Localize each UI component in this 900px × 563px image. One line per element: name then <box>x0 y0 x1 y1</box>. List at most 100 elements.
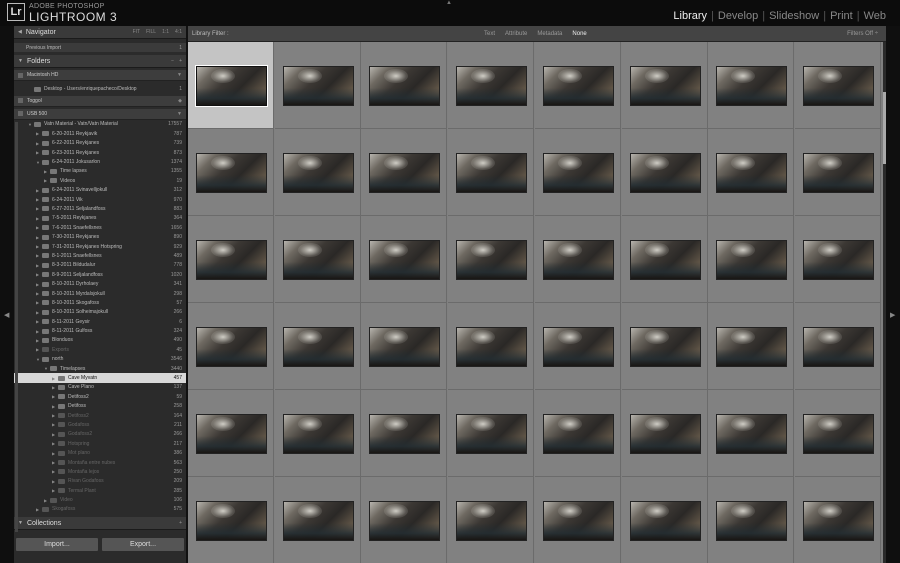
grid-cell[interactable] <box>621 390 708 477</box>
grid-cell[interactable] <box>361 216 448 303</box>
grid-cell[interactable] <box>621 216 708 303</box>
photo-thumbnail[interactable] <box>456 414 528 454</box>
grid-cell[interactable] <box>188 216 274 303</box>
grid-cell[interactable] <box>274 303 361 390</box>
photo-thumbnail[interactable] <box>196 240 267 280</box>
folder-row[interactable]: ▶ 8-11-2011 Gulfoss 324 <box>14 326 186 335</box>
grid-cell[interactable] <box>794 303 881 390</box>
folder-row[interactable]: ▶ Termal Plant 285 <box>14 486 186 495</box>
folder-row[interactable]: ▼ north 3546 <box>14 355 186 364</box>
folder-row[interactable]: ▶ 7-6-2011 Snaefellsnes 1656 <box>14 223 186 232</box>
photo-thumbnail[interactable] <box>629 153 701 193</box>
zoom-4-1[interactable]: 4:1 <box>175 29 182 35</box>
photo-thumbnail[interactable] <box>802 327 874 367</box>
grid-cell[interactable] <box>534 129 621 216</box>
folder-row[interactable]: ▶ Video 106 <box>14 495 186 504</box>
photo-thumbnail[interactable] <box>369 327 441 367</box>
filters-off-toggle[interactable]: Filters Off ÷ <box>847 31 878 37</box>
grid-cell[interactable] <box>794 129 881 216</box>
grid-cell[interactable] <box>274 129 361 216</box>
remove-folder-icon[interactable]: − <box>171 58 174 64</box>
folder-row[interactable]: ▶ Rivan Godafoss 209 <box>14 477 186 486</box>
folder-row[interactable]: ▶ 7-31-2011 Reykjanes Hotspring 929 <box>14 242 186 251</box>
grid-cell[interactable] <box>448 477 535 563</box>
folder-row[interactable]: ▶ Skogafoss 575 <box>14 505 186 514</box>
photo-thumbnail[interactable] <box>282 414 354 454</box>
photo-thumbnail[interactable] <box>196 501 267 541</box>
grid-cell[interactable] <box>274 390 361 477</box>
module-print[interactable]: Print <box>826 10 857 22</box>
grid-cell[interactable] <box>621 42 708 129</box>
photo-thumbnail[interactable] <box>716 327 788 367</box>
folder-row[interactable]: ▶ 6-27-2011 Seljalandfoss 883 <box>14 204 186 213</box>
folder-row[interactable]: ▶ Time lapses 1355 <box>14 167 186 176</box>
grid-cell[interactable] <box>534 477 621 563</box>
folder-row[interactable]: ▶ Montaña entre nubes 563 <box>14 458 186 467</box>
photo-thumbnail[interactable] <box>716 240 788 280</box>
photo-thumbnail[interactable] <box>629 66 701 106</box>
folder-row[interactable]: ▶ 8-3-2011 Bildudalur 778 <box>14 261 186 270</box>
photo-thumbnail[interactable] <box>542 414 614 454</box>
photo-thumbnail[interactable] <box>716 414 788 454</box>
folder-row[interactable]: ▶ Exports 45 <box>14 345 186 354</box>
folder-row[interactable]: ▼ Vatn Material - Vatn/Vatn Material 17557 <box>14 120 186 129</box>
grid-cell[interactable] <box>188 303 274 390</box>
volume-usb-500[interactable]: USB 500 ▼ <box>14 108 186 120</box>
photo-thumbnail[interactable] <box>716 153 788 193</box>
grid-cell[interactable] <box>794 216 881 303</box>
grid-cell[interactable] <box>361 390 448 477</box>
folder-row[interactable]: ▶ Detifoss2 164 <box>14 411 186 420</box>
folder-row[interactable]: ▼ 6-24-2011 Jokusarlon 1374 <box>14 157 186 166</box>
photo-thumbnail[interactable] <box>456 66 528 106</box>
photo-thumbnail[interactable] <box>369 240 441 280</box>
photo-thumbnail[interactable] <box>542 501 614 541</box>
photo-thumbnail[interactable] <box>802 240 874 280</box>
photo-thumbnail[interactable] <box>542 153 614 193</box>
zoom-1-1[interactable]: 1:1 <box>162 29 169 35</box>
grid-cell[interactable] <box>448 129 535 216</box>
photo-thumbnail[interactable] <box>629 327 701 367</box>
grid-cell[interactable] <box>794 390 881 477</box>
photo-thumbnail[interactable] <box>196 414 267 454</box>
grid-cell[interactable] <box>274 216 361 303</box>
folder-row[interactable]: ▶ 8-10-2011 Myrdalsjokull 298 <box>14 289 186 298</box>
grid-scrollbar-thumb[interactable] <box>883 92 886 164</box>
photo-thumbnail[interactable] <box>716 66 788 106</box>
photo-thumbnail[interactable] <box>369 153 441 193</box>
folder-row[interactable]: ▶ 8-10-2011 Skogafoss 57 <box>14 298 186 307</box>
photo-thumbnail[interactable] <box>629 240 701 280</box>
grid-cell[interactable] <box>708 216 795 303</box>
filter-text[interactable]: Text <box>484 31 495 37</box>
top-panel-toggle-icon[interactable]: ▲ <box>446 0 452 6</box>
filter-attribute[interactable]: Attribute <box>505 31 527 37</box>
grid-cell[interactable] <box>448 303 535 390</box>
grid-cell[interactable] <box>708 303 795 390</box>
grid-cell[interactable] <box>361 129 448 216</box>
export-button[interactable]: Export... <box>102 538 184 551</box>
folder-row[interactable]: ▶ Mot plano 386 <box>14 448 186 457</box>
grid-cell[interactable] <box>534 303 621 390</box>
folder-row[interactable]: ▶ 7-5-2011 Reykjanes 364 <box>14 214 186 223</box>
filter-metadata[interactable]: Metadata <box>537 31 562 37</box>
right-panel-toggle-icon[interactable]: ▶ <box>890 311 895 319</box>
folder-row[interactable]: ▶ Detifoss2 59 <box>14 392 186 401</box>
photo-thumbnail[interactable] <box>282 501 354 541</box>
grid-cell[interactable] <box>708 390 795 477</box>
photo-thumbnail[interactable] <box>629 501 701 541</box>
photo-thumbnail[interactable] <box>196 66 267 106</box>
folder-row[interactable]: ▶ Cave Plano 137 <box>14 383 186 392</box>
grid-cell-selected[interactable] <box>188 42 274 129</box>
folder-row[interactable]: ▶ 6-22-2011 Reykjanes 739 <box>14 139 186 148</box>
left-panel-scrollbar[interactable] <box>15 122 18 532</box>
volume-toggol[interactable]: Toggol ◆ <box>14 95 186 107</box>
photo-thumbnail[interactable] <box>282 240 354 280</box>
left-panel-toggle-icon[interactable]: ◀ <box>4 311 9 319</box>
grid-cell[interactable] <box>274 477 361 563</box>
photo-thumbnail[interactable] <box>542 240 614 280</box>
photo-thumbnail[interactable] <box>802 414 874 454</box>
folder-desktop[interactable]: Desktop - Users/enriquepacheco/Desktop 1 <box>14 84 186 93</box>
filter-none[interactable]: None <box>572 31 586 37</box>
photo-thumbnail[interactable] <box>369 501 441 541</box>
photo-thumbnail[interactable] <box>282 66 354 106</box>
grid-cell[interactable] <box>621 129 708 216</box>
